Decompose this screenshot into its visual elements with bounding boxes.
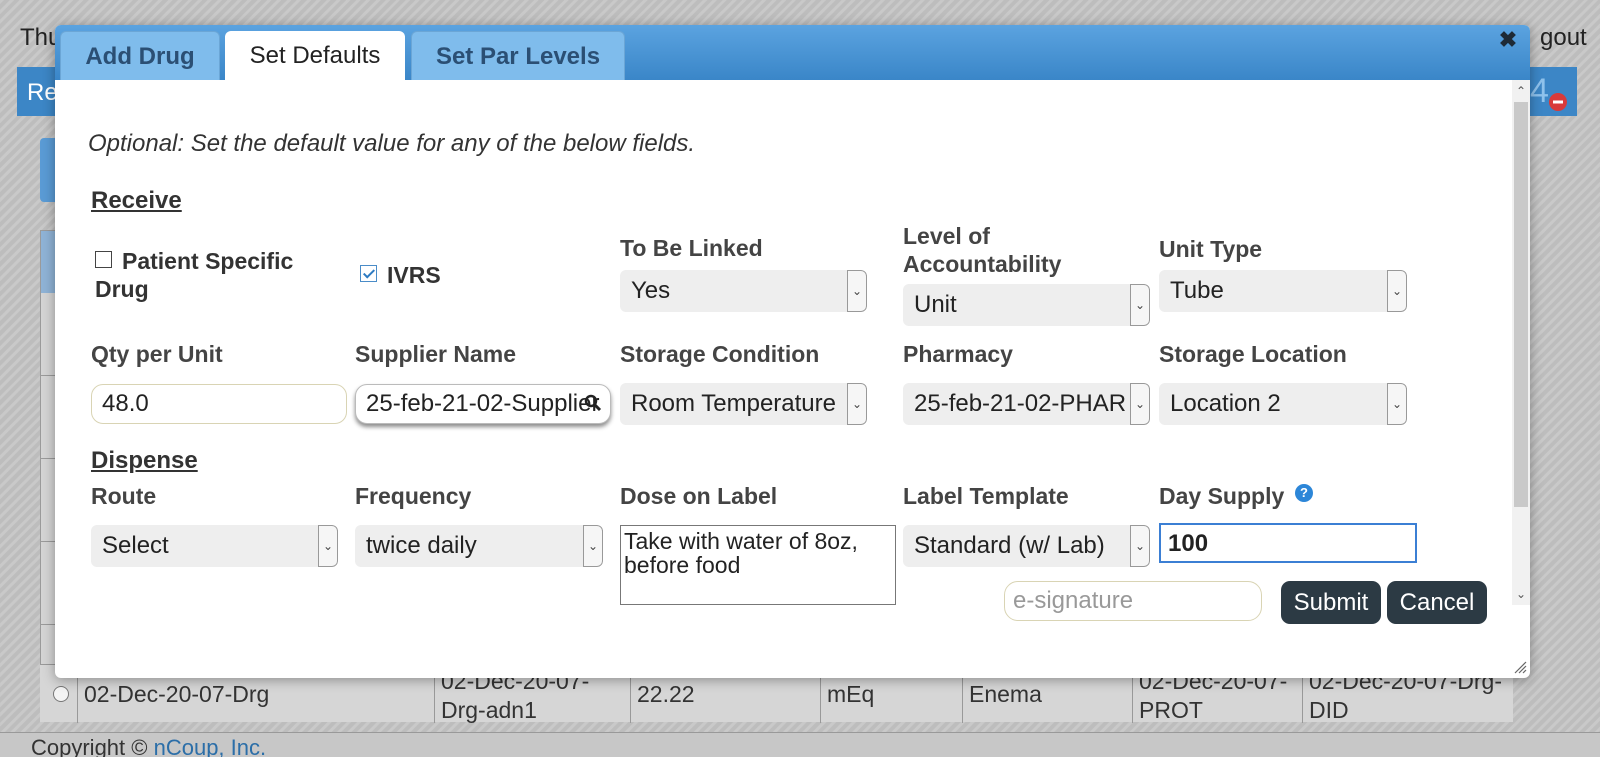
unit-type-label: Unit Type <box>1159 236 1263 262</box>
tab-set-par-levels[interactable]: Set Par Levels <box>411 31 625 80</box>
checkbox-icon[interactable] <box>95 251 112 268</box>
to-be-linked-select[interactable]: Yes ⌄ <box>620 270 867 312</box>
e-signature-input[interactable]: e-signature <box>1004 581 1262 621</box>
company-link[interactable]: nCoup, Inc. <box>154 735 267 757</box>
chevron-down-icon[interactable]: ⌄ <box>847 270 867 312</box>
supplier-name-input[interactable]: 25-feb-21-02-Supplier <box>355 384 611 424</box>
dialog-body: Optional: Set the default value for any … <box>55 80 1530 605</box>
unit-type-select[interactable]: Tube ⌄ <box>1159 270 1407 312</box>
qty-per-unit-input[interactable]: 48.0 <box>91 384 347 424</box>
chevron-down-icon[interactable]: ⌄ <box>1130 525 1150 567</box>
scroll-down-icon[interactable]: ⌄ <box>1512 585 1530 603</box>
storage-location-select[interactable]: Location 2 ⌄ <box>1159 383 1407 425</box>
set-defaults-dialog: Add Drug Set Defaults Set Par Levels ✖ O… <box>55 25 1530 678</box>
tab-set-defaults[interactable]: Set Defaults <box>225 31 405 80</box>
to-be-linked-label: To Be Linked <box>620 235 763 261</box>
resize-grip-icon[interactable] <box>1513 660 1527 674</box>
dose-on-label-textarea[interactable]: Take with water of 8oz, before food <box>620 525 896 605</box>
user-remove-icon[interactable]: 4 <box>1528 72 1570 114</box>
storage-location-label: Storage Location <box>1159 341 1347 367</box>
dialog-header: Add Drug Set Defaults Set Par Levels ✖ <box>55 25 1530 80</box>
chevron-down-icon[interactable]: ⌄ <box>1387 270 1407 312</box>
storage-condition-label: Storage Condition <box>620 341 820 367</box>
section-heading-dispense: Dispense <box>91 447 198 474</box>
intro-text: Optional: Set the default value for any … <box>88 130 696 157</box>
frequency-select[interactable]: twice daily ⌄ <box>355 525 603 567</box>
background-side-tab[interactable] <box>40 138 56 202</box>
row-radio[interactable] <box>53 686 69 702</box>
ivrs-checkbox[interactable]: IVRS <box>360 261 441 289</box>
dose-on-label-label: Dose on Label <box>620 483 778 509</box>
label-template-label: Label Template <box>903 483 1069 509</box>
storage-condition-select[interactable]: Room Temperature ⌄ <box>620 383 867 425</box>
svg-text:4: 4 <box>1530 72 1549 110</box>
level-of-accountability-select[interactable]: Unit ⌄ <box>903 284 1150 326</box>
route-select[interactable]: Select ⌄ <box>91 525 338 567</box>
section-heading-receive: Receive <box>91 187 182 214</box>
close-icon[interactable]: ✖ <box>1495 27 1521 53</box>
chevron-down-icon[interactable]: ⌄ <box>583 525 603 567</box>
tab-add-drug[interactable]: Add Drug <box>60 31 220 80</box>
frequency-label: Frequency <box>355 483 472 509</box>
pharmacy-select[interactable]: 25-feb-21-02-PHARM ⌄ <box>903 383 1150 425</box>
search-icon[interactable] <box>584 394 602 412</box>
cancel-button[interactable]: Cancel <box>1387 581 1487 624</box>
chevron-down-icon[interactable]: ⌄ <box>318 525 338 567</box>
submit-button[interactable]: Submit <box>1281 581 1381 624</box>
footer-copyright: Copyright © nCoup, Inc. <box>31 735 266 757</box>
help-icon[interactable]: ? <box>1295 484 1313 502</box>
background-logout-link[interactable]: gout <box>1540 24 1587 52</box>
dialog-scrollbar[interactable]: ⌃ ⌄ <box>1512 80 1530 605</box>
checkbox-checked-icon[interactable] <box>360 265 377 282</box>
supplier-name-label: Supplier Name <box>355 341 517 367</box>
level-of-accountability-label: Level of Accountability <box>903 223 1062 277</box>
day-supply-label: Day Supply <box>1159 483 1285 509</box>
chevron-down-icon[interactable]: ⌄ <box>1130 383 1150 425</box>
route-label: Route <box>91 483 157 509</box>
background-title-text: Re <box>27 79 58 106</box>
chevron-down-icon[interactable]: ⌄ <box>1387 383 1407 425</box>
qty-per-unit-label: Qty per Unit <box>91 341 223 367</box>
pharmacy-label: Pharmacy <box>903 341 1013 367</box>
day-supply-input[interactable]: 100 <box>1159 523 1417 563</box>
chevron-down-icon[interactable]: ⌄ <box>1130 284 1150 326</box>
label-template-select[interactable]: Standard (w/ Lab) ⌄ <box>903 525 1150 567</box>
patient-specific-drug-checkbox[interactable]: Patient Specific Drug <box>95 247 335 303</box>
scrollbar-thumb[interactable] <box>1514 102 1528 507</box>
scroll-up-icon[interactable]: ⌃ <box>1512 82 1530 100</box>
chevron-down-icon[interactable]: ⌄ <box>847 383 867 425</box>
